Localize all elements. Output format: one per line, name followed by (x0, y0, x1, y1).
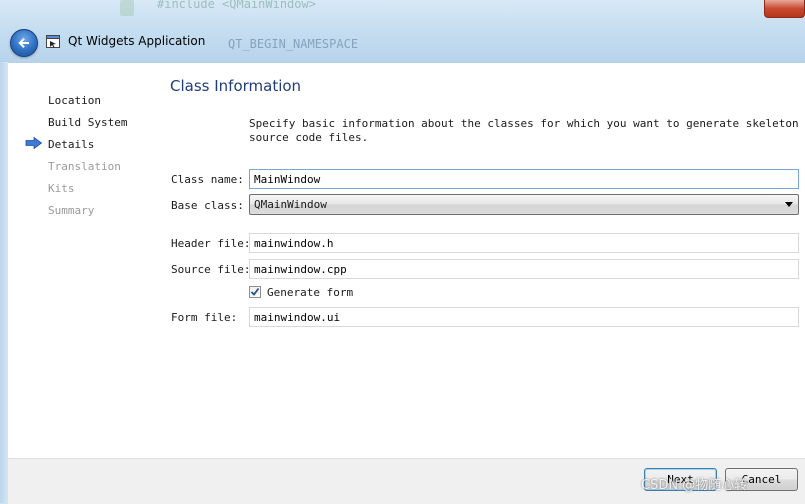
dropdown-arrow-icon (785, 202, 793, 207)
form-file-input[interactable] (249, 307, 799, 327)
window-frame-left (0, 62, 8, 503)
step-summary: Summary (48, 204, 95, 217)
source-file-input[interactable] (249, 259, 799, 279)
header-file-input[interactable] (249, 233, 799, 253)
checkmark-icon (250, 287, 260, 296)
watermark: CSDN @物随心转 (641, 478, 748, 493)
background-editor-gutter (120, 0, 134, 16)
base-class-selected-value: QMainWindow (254, 198, 327, 211)
step-location: Location (48, 94, 101, 107)
wizard-steps-sidebar: Location Build System Details Translatio… (8, 63, 158, 459)
wizard-page: Location Build System Details Translatio… (8, 62, 805, 459)
back-button[interactable] (10, 29, 38, 57)
background-code-line: #include <QMainWindow> (157, 0, 316, 11)
step-kits: Kits (48, 182, 75, 195)
source-file-label: Source file: (171, 263, 251, 276)
page-title: Class Information (170, 77, 302, 95)
base-class-label: Base class: (171, 199, 244, 212)
wizard-window-icon (46, 35, 60, 48)
class-name-input[interactable] (249, 169, 799, 189)
generate-form-checkbox[interactable] (249, 286, 261, 298)
current-step-arrow-icon (25, 137, 43, 149)
step-build-system: Build System (48, 116, 128, 129)
step-details: Details (48, 138, 95, 151)
background-code-line: QT_BEGIN_NAMESPACE (228, 37, 359, 51)
step-translation: Translation (48, 160, 121, 173)
back-arrow-icon (18, 38, 29, 48)
class-name-label: Class name: (171, 173, 244, 186)
window-titlebar: #include <QMainWindow> QT_BEGIN_NAMESPAC… (0, 0, 805, 62)
form-file-label: Form file: (171, 311, 238, 324)
header-file-label: Header file: (171, 237, 251, 250)
generate-form-label: Generate form (267, 286, 354, 299)
base-class-select[interactable]: QMainWindow (249, 194, 799, 215)
page-description: Specify basic information about the clas… (249, 117, 799, 144)
window-title: Qt Widgets Application (68, 34, 206, 48)
close-window-button[interactable] (764, 0, 805, 18)
